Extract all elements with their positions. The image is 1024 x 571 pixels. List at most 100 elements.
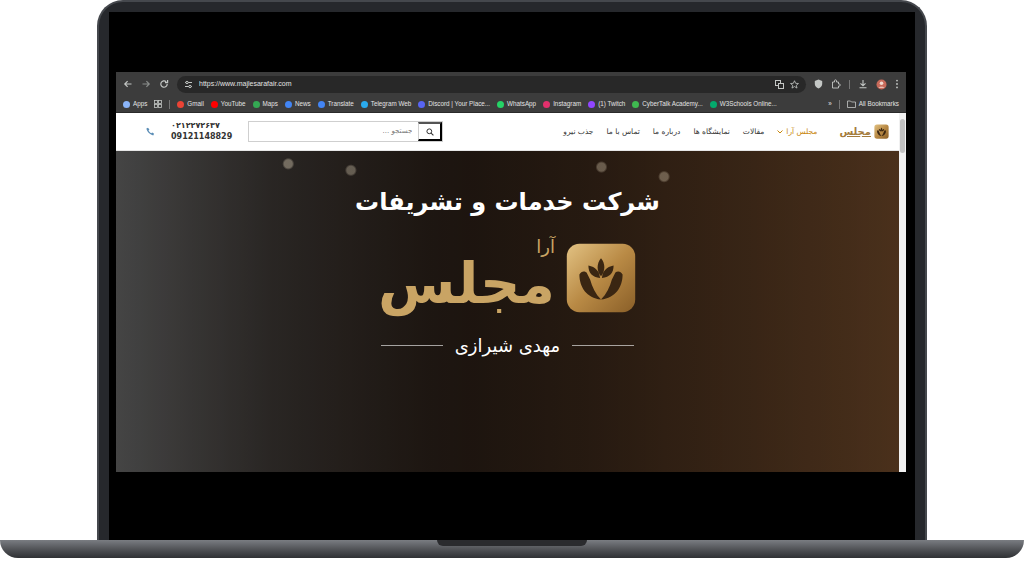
site-info-icon[interactable] <box>184 80 193 89</box>
menu-label[interactable]: مقالات <box>743 126 764 137</box>
menu-label[interactable]: نمایشگاه ها <box>693 126 729 137</box>
bookmark-favicon-icon <box>253 101 260 108</box>
search-input[interactable] <box>249 126 418 137</box>
site-logo[interactable]: مجلس <box>839 124 889 139</box>
hero-banner: شرکت خدمات و تشریفاتآرامجلسمهدی شیرازی <box>116 151 899 472</box>
bookmark-favicon-icon <box>543 101 550 108</box>
phone-number[interactable]: ۰۲۱۲۲۷۲۶۳۷ <box>171 121 232 132</box>
menu-label[interactable]: تماس با ما <box>607 126 640 137</box>
browser-window: https://www.majlesarafair.com Apps Gmail Yo… <box>116 72 906 472</box>
menu-item[interactable]: جذب نیرو <box>563 126 593 137</box>
search-button[interactable] <box>418 122 442 141</box>
bookmark-label[interactable]: YouTube <box>221 99 246 108</box>
bookmark-label[interactable]: Telegram Web <box>371 99 411 108</box>
page-scrollbar[interactable] <box>899 113 906 472</box>
bookmark-item[interactable]: Telegram Web <box>361 99 411 108</box>
toolbar-separator <box>849 80 850 89</box>
shield-extension-icon[interactable] <box>814 79 823 89</box>
translate-icon[interactable] <box>775 80 784 89</box>
bookmark-label[interactable]: CyberTalk Academy... <box>642 99 702 108</box>
bookmark-separator <box>839 100 840 109</box>
bookmark-favicon-icon <box>123 101 130 108</box>
decorative-line <box>572 345 634 346</box>
brand-subtitle: آرا <box>522 238 555 256</box>
search-icon[interactable] <box>426 128 434 136</box>
extensions-icon[interactable] <box>831 79 841 89</box>
laptop-base <box>0 540 1024 558</box>
bookmark-favicon-icon <box>497 101 504 108</box>
laptop-screen: https://www.majlesarafair.com Apps Gmail Yo… <box>109 12 915 540</box>
bookmark-item[interactable]: W3Schools Online... <box>710 99 777 108</box>
download-icon[interactable] <box>858 79 868 89</box>
phone-numbers: ۰۲۱۲۲۷۲۶۳۷09121148829 <box>171 121 232 143</box>
laptop-lid: https://www.majlesarafair.com Apps Gmail Yo… <box>97 0 927 540</box>
bookmark-label[interactable]: Translate <box>328 99 354 108</box>
menu-label[interactable]: جذب نیرو <box>563 126 593 137</box>
brand-title: مجلس <box>378 256 555 318</box>
browser-toolbar: https://www.majlesarafair.com <box>116 72 906 96</box>
bookmark-label[interactable]: Instagram <box>553 99 581 108</box>
forward-icon[interactable] <box>141 79 151 89</box>
url-text[interactable]: https://www.majlesarafair.com <box>199 79 769 90</box>
laptop-notch <box>437 540 587 546</box>
reload-icon[interactable] <box>159 79 169 89</box>
brand-logo-icon <box>565 242 637 314</box>
bookmark-item[interactable]: Translate <box>318 99 354 108</box>
header-contact-group: ۰۲۱۲۲۷۲۶۳۷09121148829 <box>146 121 443 143</box>
address-bar[interactable]: https://www.majlesarafair.com <box>177 76 806 93</box>
all-bookmarks[interactable]: All Bookmarks <box>847 99 899 108</box>
phone-number[interactable]: 09121148829 <box>171 132 232 143</box>
decorative-line <box>381 345 443 346</box>
brand-wordmark: آرامجلس <box>378 238 555 318</box>
menu-item[interactable]: مقالات <box>743 126 764 137</box>
chevron-down-icon[interactable] <box>777 130 783 134</box>
logo-icon[interactable] <box>874 124 889 139</box>
all-bookmarks-label[interactable]: All Bookmarks <box>859 99 899 108</box>
bookmark-item[interactable]: Maps <box>253 99 278 108</box>
bookmark-star-icon[interactable] <box>790 80 799 89</box>
owner-name: مهدی شیرازی <box>455 334 560 357</box>
folder-icon <box>847 100 856 108</box>
bookmark-favicon-icon <box>588 101 595 108</box>
bookmark-favicon-icon <box>710 101 717 108</box>
bookmark-label[interactable]: WhatsApp <box>507 99 536 108</box>
bookmarks-bar: Apps Gmail YouTube Maps News Translate Telegra… <box>116 96 906 113</box>
bookmark-item[interactable]: YouTube <box>211 99 246 108</box>
bookmark-item[interactable]: Gmail <box>177 99 203 108</box>
bookmark-favicon-icon <box>211 101 218 108</box>
bookmark-item[interactable]: CyberTalk Academy... <box>632 99 702 108</box>
bookmark-label[interactable]: Maps <box>263 99 278 108</box>
bookmark-favicon-icon <box>318 101 325 108</box>
bookmark-item[interactable]: (1) Twitch <box>588 99 625 108</box>
tab-groups-icon[interactable] <box>154 100 162 108</box>
bookmark-label[interactable]: Apps <box>133 99 147 108</box>
scrollbar-thumb[interactable] <box>900 119 905 153</box>
bookmark-favicon-icon <box>177 101 184 108</box>
bookmark-label[interactable]: Gmail <box>187 99 203 108</box>
menu-label[interactable]: مجلس آرا <box>786 126 817 137</box>
menu-item[interactable]: درباره ما <box>653 126 681 137</box>
phone-icon[interactable] <box>146 127 155 136</box>
bookmark-item[interactable]: Discord | Your Place... <box>418 99 490 108</box>
bookmark-favicon-icon <box>632 101 639 108</box>
bookmark-label[interactable]: W3Schools Online... <box>720 99 777 108</box>
main-menu: مجلس آرا مقالات نمایشگاه ها درباره ما تماس ب… <box>563 126 817 137</box>
bookmark-label[interactable]: News <box>295 99 311 108</box>
back-icon[interactable] <box>123 79 133 89</box>
bookmark-item[interactable]: Apps <box>123 99 147 108</box>
bookmark-item[interactable]: WhatsApp <box>497 99 536 108</box>
menu-item[interactable]: مجلس آرا <box>777 126 817 137</box>
bookmark-item[interactable]: Instagram <box>543 99 581 108</box>
menu-item[interactable]: نمایشگاه ها <box>693 126 729 137</box>
logo-text[interactable]: مجلس <box>839 124 871 139</box>
bookmarks-overflow[interactable]: » <box>828 99 832 108</box>
laptop-mockup: https://www.majlesarafair.com Apps Gmail Yo… <box>0 0 1024 571</box>
menu-kebab-icon[interactable] <box>895 79 899 89</box>
profile-avatar-icon[interactable] <box>876 79 887 90</box>
bookmark-label[interactable]: (1) Twitch <box>598 99 625 108</box>
menu-label[interactable]: درباره ما <box>653 126 681 137</box>
hero-brand: آرامجلس <box>378 238 637 318</box>
bookmark-label[interactable]: Discord | Your Place... <box>428 99 490 108</box>
menu-item[interactable]: تماس با ما <box>607 126 640 137</box>
bookmark-item[interactable]: News <box>285 99 311 108</box>
